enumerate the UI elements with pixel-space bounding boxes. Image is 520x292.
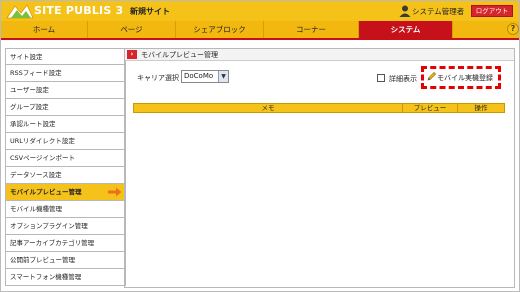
- main-panel: › モバイルプレビュー管理 キャリア選択 DoCoMo ▼ 詳細表示 モバイル実…: [124, 48, 515, 288]
- chevron-right-icon: ›: [127, 50, 137, 59]
- sidebar-item-rss-feed[interactable]: RSSフィード設定: [5, 65, 126, 82]
- sidebar-item-users[interactable]: ユーザー設定: [5, 82, 126, 99]
- carrier-label: キャリア選択: [137, 74, 179, 82]
- chevron-down-icon: ▼: [218, 71, 228, 82]
- sidebar-item-label: モバイルプレビュー管理: [10, 188, 82, 196]
- sidebar-item-label: 記事アーカイブカテゴリ管理: [10, 239, 95, 247]
- sidebar-item-label: モバイル機種管理: [10, 205, 62, 213]
- sidebar-item-label: ユーザー設定: [10, 86, 49, 94]
- carrier-select-value: DoCoMo: [184, 72, 214, 80]
- sidebar-item-prepublish-preview[interactable]: 公開前プレビュー管理: [5, 252, 126, 269]
- sidebar-item-mobile-preview[interactable]: モバイルプレビュー管理: [5, 184, 126, 201]
- table-header: メモ プレビュー 操作: [133, 103, 505, 113]
- sidebar-item-groups[interactable]: グループ設定: [5, 99, 126, 116]
- tab-page[interactable]: ページ: [88, 21, 176, 38]
- logo-icon: [6, 4, 34, 19]
- user-icon: [399, 5, 411, 17]
- sidebar-item-site-settings[interactable]: サイト設定: [5, 48, 126, 65]
- page-title: モバイルプレビュー管理: [141, 51, 218, 59]
- tab-system[interactable]: システム: [359, 21, 453, 38]
- column-header-actions: 操作: [474, 104, 488, 112]
- sidebar: サイト設定 RSSフィード設定 ユーザー設定 グループ設定 承認ルート設定 UR…: [5, 48, 126, 286]
- column-header-memo: メモ: [261, 104, 275, 112]
- help-icon[interactable]: ?: [507, 23, 519, 35]
- logo-text: SITE PUBLIS 3: [34, 4, 124, 17]
- sidebar-item-label: RSSフィード設定: [10, 69, 62, 77]
- arrow-right-icon: [108, 187, 122, 197]
- sidebar-item-label: 承認ルート設定: [10, 120, 56, 128]
- register-mobile-device-link[interactable]: モバイル実機登録: [437, 73, 493, 83]
- sidebar-item-label: サイト設定: [10, 53, 43, 61]
- sidebar-item-csv-import[interactable]: CSVページインポート: [5, 150, 126, 167]
- sidebar-item-label: 公開前プレビュー管理: [10, 256, 75, 264]
- tab-shareblock[interactable]: シェアブロック: [176, 21, 264, 38]
- main-nav: ホーム ページ シェアブロック コーナー システム ?: [1, 21, 519, 40]
- detail-checkbox[interactable]: [377, 74, 385, 82]
- sidebar-item-option-plugins[interactable]: オプションプラグイン管理: [5, 218, 126, 235]
- sidebar-item-label: CSVページインポート: [10, 154, 75, 162]
- sidebar-item-datasource[interactable]: データソース設定: [5, 167, 126, 184]
- sidebar-item-url-redirect[interactable]: URLリダイレクト設定: [5, 133, 126, 150]
- sidebar-item-approval-route[interactable]: 承認ルート設定: [5, 116, 126, 133]
- column-header-preview: プレビュー: [413, 104, 447, 112]
- detail-label: 詳細表示: [389, 75, 417, 83]
- sidebar-item-label: スマートフォン機種管理: [10, 273, 82, 281]
- sidebar-item-label: URLリダイレクト設定: [10, 137, 75, 145]
- tab-home[interactable]: ホーム: [1, 21, 88, 38]
- sidebar-item-mobile-models[interactable]: モバイル機種管理: [5, 201, 126, 218]
- sidebar-item-label: データソース設定: [10, 171, 62, 179]
- sidebar-item-smartphone-models[interactable]: スマートフォン機種管理: [5, 269, 126, 286]
- pencil-icon: [427, 71, 437, 81]
- sidebar-item-label: オプションプラグイン管理: [10, 222, 88, 230]
- sidebar-item-label: グループ設定: [10, 103, 49, 111]
- tab-corner[interactable]: コーナー: [264, 21, 359, 38]
- carrier-select[interactable]: DoCoMo ▼: [181, 70, 229, 83]
- logout-button[interactable]: ログアウト: [471, 5, 513, 17]
- page-title-bar: › モバイルプレビュー管理: [125, 49, 514, 61]
- site-name: 新規サイト: [130, 7, 170, 16]
- user-name: システム管理者: [412, 7, 465, 16]
- header-bar: SITE PUBLIS 3 新規サイト システム管理者 ログアウト: [1, 1, 519, 21]
- sidebar-item-archive-categories[interactable]: 記事アーカイブカテゴリ管理: [5, 235, 126, 252]
